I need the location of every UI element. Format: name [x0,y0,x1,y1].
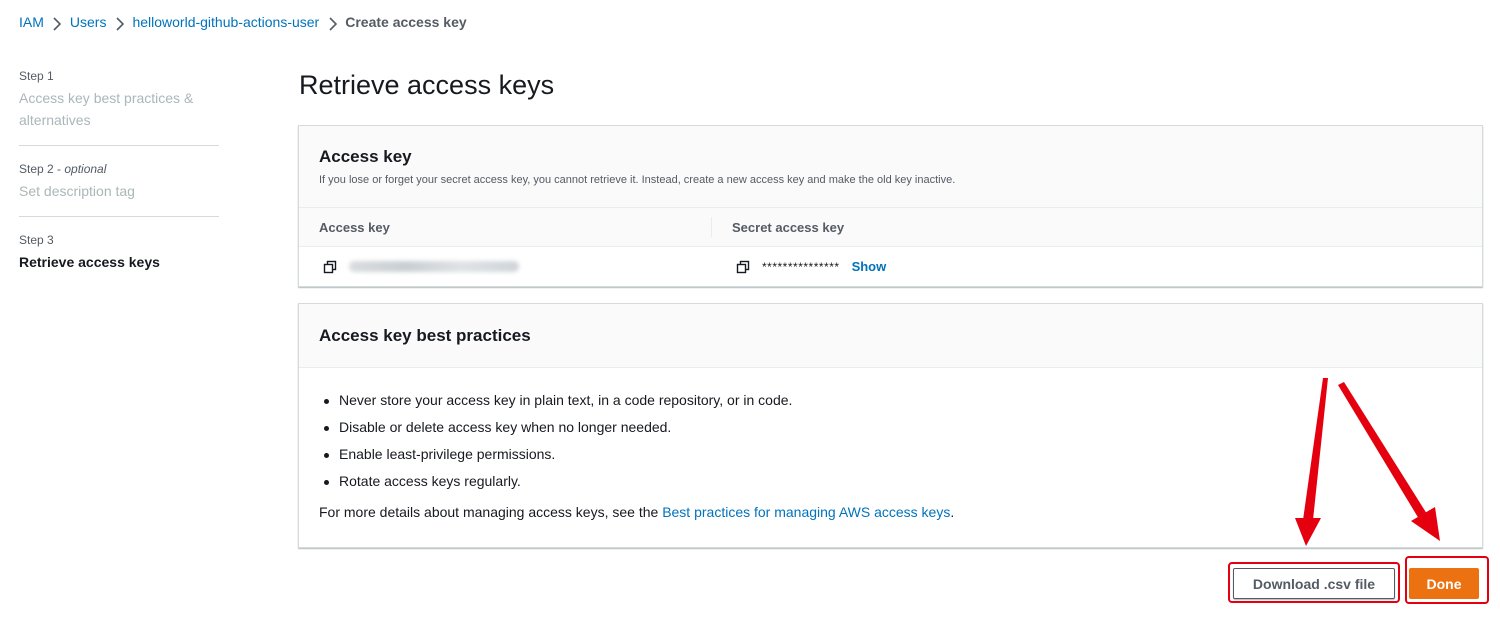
chevron-right-icon [44,15,70,31]
list-item: Never store your access key in plain tex… [319,392,1462,419]
list-item: Disable or delete access key when no lon… [319,419,1462,446]
breadcrumb: IAM Users helloworld-github-actions-user… [19,12,467,32]
annotation-highlight-download [1228,562,1400,603]
step-2-number: Step 2 - optional [19,162,107,176]
page-title: Retrieve access keys [299,70,555,100]
best-practices-link[interactable]: Best practices for managing AWS access k… [662,504,950,520]
chevron-right-icon [106,15,132,31]
secret-access-key-cell: *************** Show [712,259,886,274]
chevron-right-icon [319,15,345,31]
best-practices-panel-header: Access key best practices [299,304,1482,368]
access-key-panel: Access key If you lose or forget your se… [298,125,1483,287]
best-practices-panel: Access key best practices Never store yo… [298,303,1483,548]
step-1-title: Access key best practices & alternatives [19,90,194,128]
step-2: Step 2 - optional Set description tag [19,145,219,216]
breadcrumb-users[interactable]: Users [70,14,107,30]
key-table-header: Access key Secret access key [299,208,1482,247]
access-key-panel-header: Access key If you lose or forget your se… [299,126,1482,208]
copy-icon[interactable] [323,260,337,274]
copy-icon[interactable] [736,260,750,274]
best-practices-panel-title: Access key best practices [319,326,531,345]
access-key-value-redacted [349,261,519,272]
access-key-panel-description: If you lose or forget your secret access… [319,174,956,186]
step-2-title: Set description tag [19,183,135,199]
breadcrumb-current: Create access key [345,14,467,30]
key-table-row: *************** Show [299,247,1482,286]
access-key-cell [299,260,712,274]
access-key-panel-title: Access key [319,147,412,166]
step-3-title: Retrieve access keys [19,254,160,270]
best-practices-body: Never store your access key in plain tex… [299,368,1482,521]
step-3-number: Step 3 [19,233,54,247]
list-item: Enable least-privilege permissions. [319,446,1462,473]
step-3: Step 3 Retrieve access keys [19,216,219,287]
column-secret-access-key: Secret access key [732,219,845,235]
step-1: Step 1 Access key best practices & alter… [19,68,219,145]
wizard-steps: Step 1 Access key best practices & alter… [19,68,219,287]
breadcrumb-user[interactable]: helloworld-github-actions-user [132,14,319,30]
annotation-highlight-done [1405,556,1489,604]
secret-access-key-masked: *************** [762,259,840,274]
breadcrumb-iam[interactable]: IAM [19,14,44,30]
column-access-key: Access key [299,217,712,237]
best-practices-list: Never store your access key in plain tex… [319,392,1462,500]
step-1-number: Step 1 [19,69,54,83]
show-secret-link[interactable]: Show [852,259,887,274]
list-item: Rotate access keys regularly. [319,473,1462,500]
more-details-text: For more details about managing access k… [319,504,955,520]
